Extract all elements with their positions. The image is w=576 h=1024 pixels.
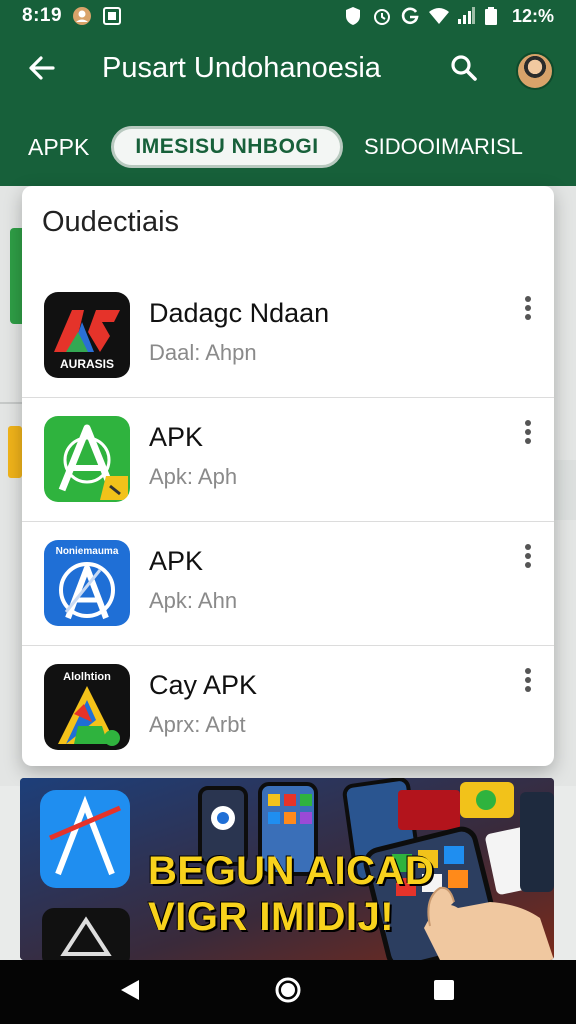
green-a-icon [44, 416, 130, 502]
more-options-button[interactable] [516, 416, 540, 452]
blue-a-icon: Noniemauma [44, 540, 130, 626]
more-vert-icon [524, 419, 532, 450]
more-options-button[interactable] [516, 540, 540, 576]
screenshot-icon [102, 6, 122, 26]
status-bar: 8:19 12:% [0, 0, 576, 32]
nav-back-icon [119, 978, 141, 1007]
background-divider [0, 402, 24, 404]
more-vert-icon [524, 295, 532, 326]
app-name: Dadagc Ndaan [149, 298, 330, 328]
navigation-bar [0, 960, 576, 1024]
back-button[interactable] [22, 50, 62, 90]
app-subtitle: Daal: Ahpn [149, 340, 257, 365]
app-name: Cay APK [149, 670, 258, 700]
arrow-back-icon [27, 53, 57, 88]
wifi-icon [428, 6, 449, 26]
tab-bar: APPK IMESISU NHBOGI SIDOOIMARISL [0, 108, 576, 186]
svg-text:Noniemauma: Noniemauma [56, 546, 119, 557]
more-options-button[interactable] [516, 664, 540, 700]
g-icon [400, 6, 420, 26]
app-subtitle: Apk: Aph [149, 464, 238, 489]
background-app-icon-yellow [8, 426, 22, 478]
shield-icon [344, 6, 364, 26]
app-subtitle: Apk: Ahn [149, 588, 238, 613]
svg-text:Alolhtion: Alolhtion [63, 671, 111, 683]
popup-title: Oudectiais [42, 206, 180, 238]
list-item[interactable]: Alolhtion Cay APK Aprx: Arbt [22, 646, 554, 766]
search-button[interactable] [444, 50, 484, 90]
banner-headline-line1: BEGUN AICAD [148, 849, 435, 893]
promo-banner[interactable]: BEGUN AICAD VIGR IMIDIJ! [20, 778, 554, 960]
nav-home-icon [274, 976, 302, 1009]
list-item[interactable]: APK Apk: Aph [22, 398, 554, 522]
app-name: APK [149, 422, 204, 452]
account-circle-icon [72, 6, 92, 26]
app-subtitle: Aprx: Arbt [149, 712, 246, 737]
search-icon [450, 54, 478, 87]
signal-icon [456, 6, 476, 26]
svg-text:AURASIS: AURASIS [60, 357, 114, 371]
banner-headline: BEGUN AICAD VIGR IMIDIJ! [148, 848, 434, 940]
alarm-icon [372, 6, 392, 26]
banner-headline-line2: VIGR IMIDIJ! [148, 895, 395, 939]
colorful-a-icon: Alolhtion [44, 664, 130, 750]
page-title: Pusart Undohanoesia [102, 52, 381, 84]
more-options-button[interactable] [516, 292, 540, 328]
popup-menu: Oudectiais AURASIS Dadagc Ndaan Daal: Ah… [22, 186, 554, 766]
background-card-edge [553, 460, 576, 520]
app-name: APK [149, 546, 204, 576]
tab-sidooimarisl[interactable]: SIDOOIMARISL [364, 126, 523, 168]
status-time: 8:19 [22, 5, 63, 26]
nav-recents-icon [433, 979, 455, 1006]
more-vert-icon [524, 543, 532, 574]
tab-appk[interactable]: APPK [28, 126, 89, 168]
list-item[interactable]: Noniemauma APK Apk: Ahn [22, 522, 554, 646]
app-bar: Pusart Undohanoesia [0, 32, 576, 108]
avatar[interactable] [516, 52, 554, 90]
list-item[interactable]: AURASIS Dadagc Ndaan Daal: Ahpn [22, 274, 554, 398]
nav-home-button[interactable] [268, 972, 308, 1012]
screen: 8:19 12:% Pusart Undohanoesia APPK IMESI… [0, 0, 576, 1024]
nav-back-button[interactable] [110, 972, 150, 1012]
tab-imesisu-nhbogi[interactable]: IMESISU NHBOGI [111, 126, 343, 168]
ac-logo-icon: AURASIS [44, 292, 130, 378]
battery-percent: 12:% [511, 5, 554, 26]
battery-icon [484, 6, 504, 26]
more-vert-icon [524, 667, 532, 698]
nav-recents-button[interactable] [424, 972, 464, 1012]
